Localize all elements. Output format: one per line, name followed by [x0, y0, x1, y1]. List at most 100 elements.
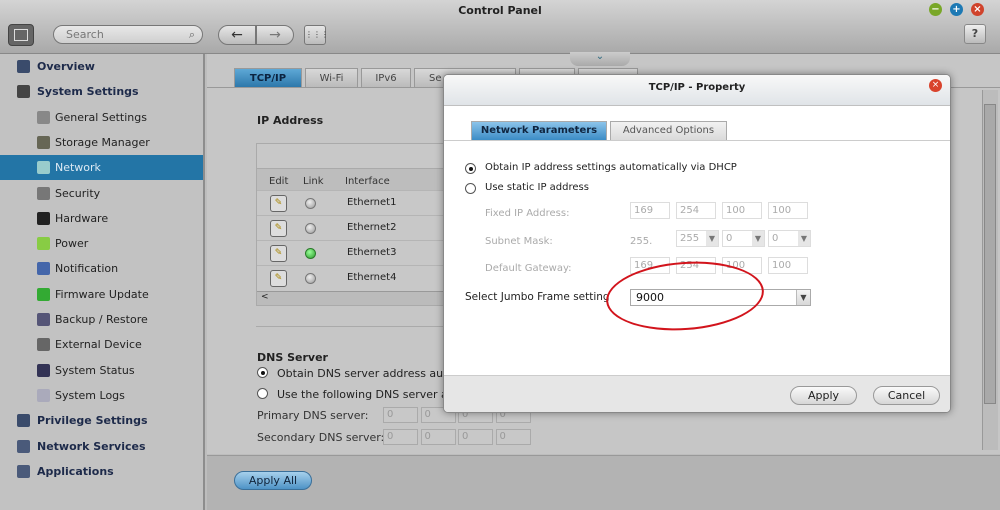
static-ip-radio[interactable] — [465, 183, 476, 194]
sidebar-item-label: System Settings — [37, 85, 139, 99]
subnet-octet-value: 0 — [726, 233, 733, 244]
gear-icon — [17, 85, 30, 99]
table-row[interactable]: ✎ Ethernet4 — [257, 265, 445, 290]
sidebar-item-label: Storage Manager — [55, 135, 150, 149]
secondary-dns-octet-1[interactable]: 0 — [383, 429, 418, 445]
sidebar-item-general-settings[interactable]: General Settings — [0, 105, 203, 130]
sidebar-item-system-logs[interactable]: System Logs — [0, 383, 203, 408]
collapse-toggle[interactable]: ⌄ — [570, 52, 630, 66]
edit-icon[interactable]: ✎ — [270, 270, 287, 287]
sidebar-item-label: System Status — [55, 363, 135, 377]
secondary-dns-octet-2[interactable]: 0 — [420, 429, 456, 445]
monitor-icon — [37, 363, 50, 377]
sidebar-item-label: Network — [55, 161, 101, 175]
sidebar-item-backup-restore[interactable]: Backup / Restore — [0, 307, 203, 332]
subnet-octet-value: 255 — [680, 233, 700, 244]
subnet-octet-select-2[interactable]: 255 ▼ — [676, 230, 719, 247]
tab-tcpip[interactable]: TCP/IP — [234, 68, 302, 88]
subnet-octet-select-4[interactable]: 0 ▼ — [768, 230, 811, 247]
lock-icon — [37, 186, 50, 200]
fixed-ip-octet-3[interactable]: 100 — [722, 202, 762, 219]
dhcp-label: Obtain IP address settings automatically… — [485, 162, 737, 173]
sidebar-toggle-button[interactable] — [8, 24, 34, 46]
dns-auto-radio[interactable] — [257, 367, 268, 378]
section-divider — [256, 326, 446, 327]
sidebar-item-label: Power — [55, 237, 89, 251]
col-edit: Edit — [269, 176, 289, 187]
sidebar-item-storage-manager[interactable]: Storage Manager — [0, 130, 203, 155]
sidebar-item-label: Privilege Settings — [37, 414, 148, 428]
sidebar-item-system-settings[interactable]: System Settings — [0, 79, 203, 104]
sidebar-item-network[interactable]: Network — [0, 155, 203, 181]
forward-button[interactable]: → — [256, 25, 294, 45]
bottom-bar — [207, 455, 1000, 510]
sidebar-item-applications[interactable]: Applications — [0, 459, 203, 484]
dialog-close-icon[interactable]: × — [929, 79, 942, 92]
sidebar-item-label: Network Services — [37, 439, 146, 453]
sidebar-item-external-device[interactable]: External Device — [0, 332, 203, 357]
network-icon — [37, 161, 50, 175]
dhcp-radio[interactable] — [465, 163, 476, 174]
link-status-icon — [305, 198, 316, 209]
sidebar-item-firmware-update[interactable]: Firmware Update — [0, 282, 203, 307]
link-status-icon — [305, 223, 316, 234]
dns-manual-radio[interactable] — [257, 388, 268, 399]
sidebar-item-hardware[interactable]: Hardware — [0, 206, 203, 231]
subnet-octet-select-3[interactable]: 0 ▼ — [722, 230, 765, 247]
ip-address-heading: IP Address — [257, 114, 324, 127]
minimize-button[interactable]: − — [929, 3, 942, 16]
search-input[interactable]: Search ⌕ — [53, 25, 203, 44]
secondary-dns-octet-4[interactable]: 0 — [495, 429, 531, 445]
maximize-button[interactable]: + — [950, 3, 963, 16]
sidebar-item-security[interactable]: Security — [0, 181, 203, 206]
link-status-icon — [305, 273, 316, 284]
search-placeholder: Search — [66, 28, 104, 41]
primary-dns-label: Primary DNS server: — [257, 409, 369, 422]
tab-wifi[interactable]: Wi-Fi — [305, 68, 358, 88]
sidebar-item-overview[interactable]: Overview — [0, 54, 203, 79]
edit-icon[interactable]: ✎ — [270, 245, 287, 262]
edit-icon[interactable]: ✎ — [270, 220, 287, 237]
secondary-dns-octet-3[interactable]: 0 — [458, 429, 493, 445]
sidebar-item-system-status[interactable]: System Status — [0, 358, 203, 383]
storage-icon — [37, 135, 50, 149]
sidebar-item-network-services[interactable]: Network Services — [0, 434, 203, 459]
tab-ipv6[interactable]: IPv6 — [361, 68, 411, 88]
drive-icon — [37, 338, 50, 352]
close-button[interactable]: × — [971, 3, 984, 16]
back-button[interactable]: ← — [218, 25, 256, 45]
sidebar-item-label: Overview — [37, 60, 95, 73]
bulb-icon — [37, 237, 50, 251]
fixed-ip-octet-2[interactable]: 254 — [676, 202, 716, 219]
fixed-ip-octet-1[interactable]: 169 — [630, 202, 670, 219]
table-row[interactable]: ✎ Ethernet2 — [257, 215, 445, 240]
table-horizontal-scrollbar[interactable]: < — [257, 291, 445, 305]
tab-network-parameters[interactable]: Network Parameters — [471, 121, 607, 140]
apps-grid-button[interactable]: ⋮⋮⋮ — [304, 25, 329, 45]
gateway-octet-4[interactable]: 100 — [768, 257, 808, 274]
tab-advanced-options[interactable]: Advanced Options — [610, 121, 727, 140]
edit-icon[interactable]: ✎ — [270, 195, 287, 212]
static-ip-label: Use static IP address — [485, 182, 589, 193]
subnet-mask-label: Subnet Mask: — [485, 236, 553, 247]
scroll-left-arrow[interactable]: < — [261, 292, 269, 302]
window-title: Control Panel — [458, 4, 542, 17]
help-button[interactable]: ? — [964, 24, 986, 44]
apply-button[interactable]: Apply — [790, 386, 857, 405]
sidebar-item-notification[interactable]: Notification — [0, 256, 203, 281]
apply-all-button[interactable]: Apply All — [234, 471, 312, 490]
table-row[interactable]: ✎ Ethernet3 — [257, 240, 445, 265]
primary-dns-octet-1[interactable]: 0 — [383, 407, 418, 423]
scrollbar-thumb[interactable] — [984, 104, 996, 404]
dialog-tab-divider — [444, 140, 950, 141]
cancel-button[interactable]: Cancel — [873, 386, 940, 405]
sidebar-item-power[interactable]: Power — [0, 231, 203, 256]
fixed-ip-octet-4[interactable]: 100 — [768, 202, 808, 219]
dns-auto-label: Obtain DNS server address autor — [277, 367, 459, 380]
apps-icon — [17, 464, 30, 478]
table-row[interactable]: ✎ Ethernet1 — [257, 190, 445, 215]
logs-icon — [37, 388, 50, 402]
sidebar-item-privilege-settings[interactable]: Privilege Settings — [0, 408, 203, 433]
panel-icon — [14, 29, 28, 41]
chevron-down-icon: ▼ — [752, 231, 764, 246]
